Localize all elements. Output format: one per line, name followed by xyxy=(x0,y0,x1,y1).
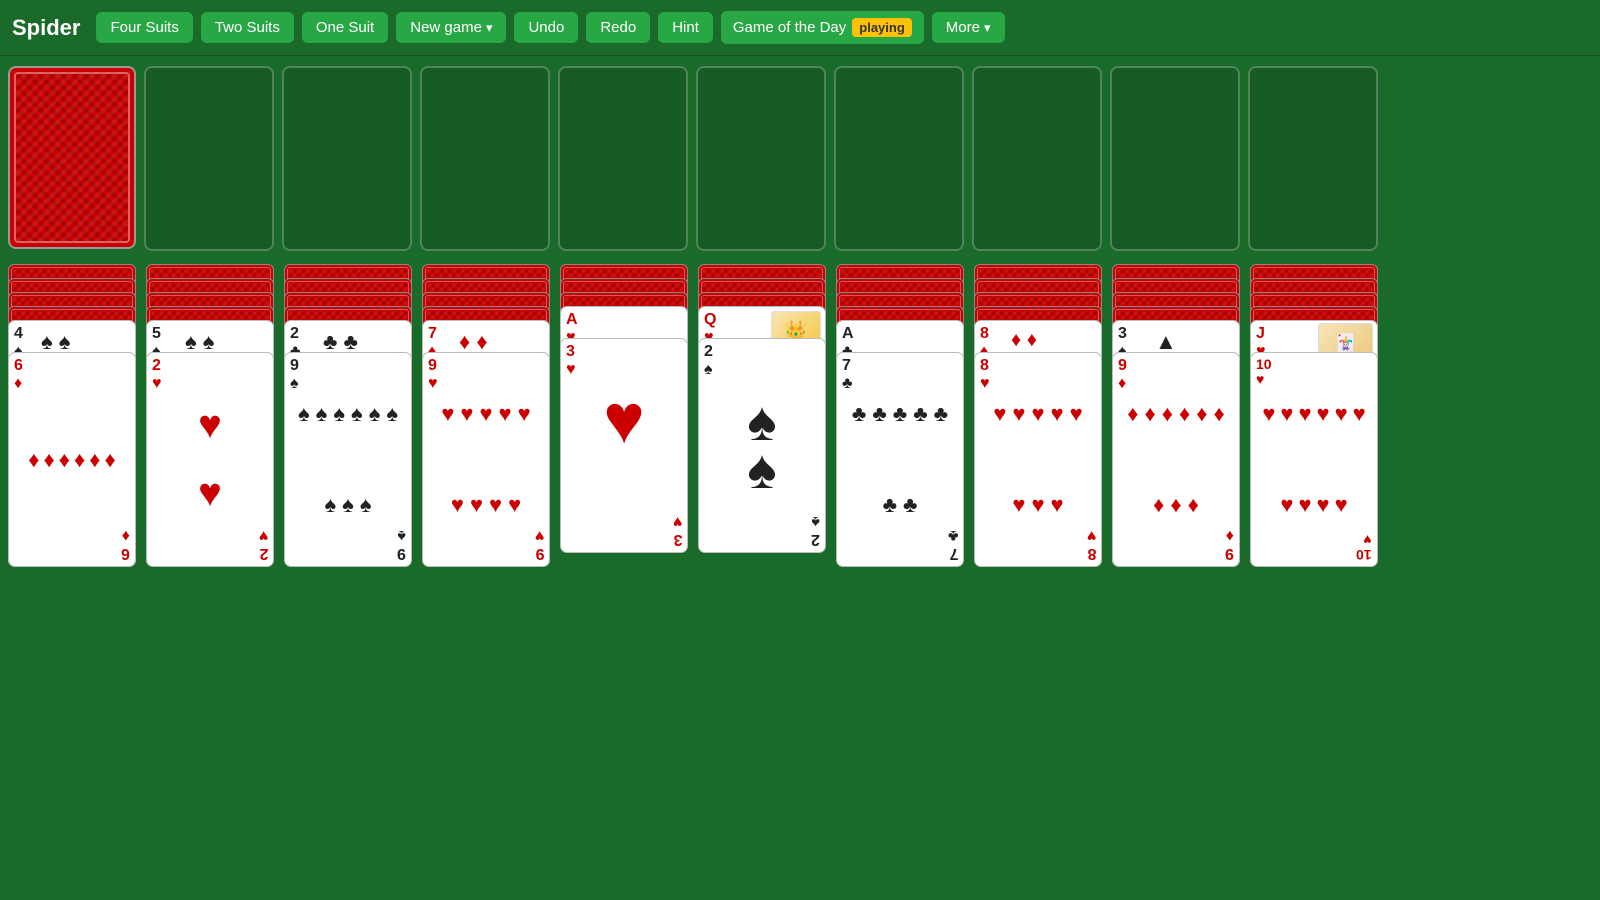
column-5: Q♥ 👑 2♠ 2♠ ♠ ♠ xyxy=(698,264,828,553)
stock-pile[interactable] xyxy=(8,66,136,249)
card-7c[interactable]: 7♣ 7♣ ♣♣ ♣♣ ♣♣ ♣ xyxy=(836,352,964,567)
foundation-5 xyxy=(834,66,964,251)
column-7: 8♦ ♦ ♦ 8♥ 8♥ ♥♥ ♥♥ ♥♥ ♥♥ xyxy=(974,264,1104,567)
card-label: 2♥ xyxy=(152,357,162,392)
foundation-3 xyxy=(558,66,688,251)
card-10h[interactable]: 10♥ 10♥ ♥♥ ♥♥ ♥♥ ♥♥ ♥♥ xyxy=(1250,352,1378,567)
game-of-day-button[interactable]: Game of the Day playing xyxy=(721,11,924,44)
one-suit-button[interactable]: One Suit xyxy=(302,12,388,43)
four-suits-button[interactable]: Four Suits xyxy=(96,12,192,43)
card-8h[interactable]: 8♥ 8♥ ♥♥ ♥♥ ♥♥ ♥♥ xyxy=(974,352,1102,567)
card-6d[interactable]: 6♦ 6♦ ♦♦ ♦♦ ♦♦ xyxy=(8,352,136,567)
column-2: 2♣ ♣ ♣ 9♠ 9♠ ♠♠ ♠♠ ♠♠ ♠♠ ♠ xyxy=(284,264,414,567)
card-9h[interactable]: 9♥ 9♥ ♥♥ ♥♥ ♥♥ ♥♥ ♥ xyxy=(422,352,550,567)
column-6: A♣ 7♣ 7♣ ♣♣ ♣♣ ♣♣ ♣ xyxy=(836,264,966,567)
foundation-1 xyxy=(282,66,412,251)
app-title: Spider xyxy=(12,15,80,41)
playing-badge: playing xyxy=(852,18,912,37)
redo-button[interactable]: Redo xyxy=(586,12,650,43)
foundation-4 xyxy=(696,66,826,251)
header: Spider Four Suits Two Suits One Suit New… xyxy=(0,0,1600,56)
column-1: 5♠ ♠ ♠ 2♥ 2♥ ♥ ♥ xyxy=(146,264,276,567)
foundation-6 xyxy=(972,66,1102,251)
card-label: 2♠ xyxy=(704,343,713,378)
card-label-br: 2♠ xyxy=(811,513,820,548)
card-label-br: 2♥ xyxy=(259,527,269,562)
card-label-br: 3♥ xyxy=(673,513,683,548)
game-area: 4♠ ♠ ♠ 6♦ 6♦ ♦♦ ♦♦ ♦♦ xyxy=(0,56,1600,577)
card-9s[interactable]: 9♠ 9♠ ♠♠ ♠♠ ♠♠ ♠♠ ♠ xyxy=(284,352,412,567)
two-suits-button[interactable]: Two Suits xyxy=(201,12,294,43)
card-2h[interactable]: 2♥ 2♥ ♥ ♥ xyxy=(146,352,274,567)
columns-row: 4♠ ♠ ♠ 6♦ 6♦ ♦♦ ♦♦ ♦♦ xyxy=(8,264,1592,567)
new-game-button[interactable]: New game xyxy=(396,12,506,43)
foundation-8 xyxy=(1248,66,1378,251)
column-8: 3♠ ▲ 9♦ 9♦ ♦♦ ♦♦ ♦♦ ♦♦ ♦ xyxy=(1112,264,1242,567)
foundation-7 xyxy=(1110,66,1240,251)
top-row xyxy=(8,66,1592,256)
more-button[interactable]: More xyxy=(932,12,1005,43)
foundation-0 xyxy=(144,66,274,251)
card-3h[interactable]: 3♥ 3♥ ♥ xyxy=(560,338,688,553)
column-4: A♥ 3♥ 3♥ ♥ xyxy=(560,264,690,553)
card-2s[interactable]: 2♠ 2♠ ♠ ♠ xyxy=(698,338,826,553)
foundation-2 xyxy=(420,66,550,251)
column-0: 4♠ ♠ ♠ 6♦ 6♦ ♦♦ ♦♦ ♦♦ xyxy=(8,264,138,567)
card-label: 3♥ xyxy=(566,343,576,378)
column-3: 7♦ ♦ ♦ 9♥ 9♥ ♥♥ ♥♥ ♥♥ ♥♥ ♥ xyxy=(422,264,552,567)
column-9: J♥ 🃏 10♥ 10♥ ♥♥ ♥♥ ♥♥ ♥♥ ♥♥ xyxy=(1250,264,1380,567)
undo-button[interactable]: Undo xyxy=(514,12,578,43)
card-9d[interactable]: 9♦ 9♦ ♦♦ ♦♦ ♦♦ ♦♦ ♦ xyxy=(1112,352,1240,567)
hint-button[interactable]: Hint xyxy=(658,12,713,43)
